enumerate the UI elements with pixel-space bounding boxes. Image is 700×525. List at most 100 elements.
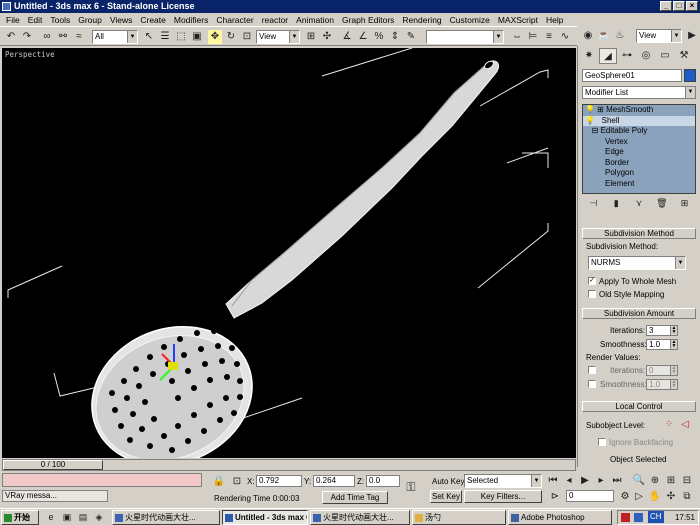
render-iterations-spinner[interactable]: 0 ▲ ▼: [646, 365, 678, 376]
key-set-dropdown[interactable]: Selected ▼: [464, 474, 542, 488]
subdivision-amount-rollout[interactable]: Subdivision Amount: [582, 308, 696, 319]
menu-modifiers[interactable]: Modifiers: [170, 15, 212, 25]
folder-icon[interactable]: ▤: [76, 510, 90, 524]
z-coordinate-field[interactable]: 0.0: [366, 475, 400, 487]
menu-views[interactable]: Views: [106, 15, 137, 25]
subdivision-method-dropdown[interactable]: NURMS ▼: [588, 256, 686, 270]
zoom-all-icon[interactable]: ⊕: [648, 474, 662, 488]
task-folder[interactable]: 汤勺: [412, 510, 506, 525]
link-icon[interactable]: ∞: [40, 30, 54, 44]
subdivision-method-rollout[interactable]: Subdivision Method: [582, 228, 696, 239]
create-tab-icon[interactable]: ✷: [580, 48, 598, 64]
pivot-icon[interactable]: ⊞: [304, 30, 318, 44]
zoom-icon[interactable]: 🔍: [632, 474, 646, 488]
task-browser-2[interactable]: 火星时代动画大壮...: [310, 510, 410, 525]
region-select-icon[interactable]: ⬚: [174, 30, 188, 44]
named-selection-icon[interactable]: ✎: [404, 30, 418, 44]
pin-stack-icon[interactable]: ⊣: [585, 196, 601, 210]
current-frame-field[interactable]: 0: [566, 490, 614, 502]
menu-file[interactable]: File: [2, 15, 24, 25]
vertex-level-icon[interactable]: ⁘: [662, 418, 676, 432]
smoothness-spinner[interactable]: 1.0 ▲ ▼: [646, 339, 678, 350]
pan-icon[interactable]: ✋: [648, 490, 662, 504]
maxscript-listener[interactable]: [2, 473, 202, 487]
stack-item-edge[interactable]: Edge: [583, 147, 695, 158]
next-frame-icon[interactable]: ▸: [594, 474, 608, 488]
media-icon[interactable]: ◈: [92, 510, 106, 524]
render-scene-icon[interactable]: ☕: [597, 29, 611, 43]
mirror-icon[interactable]: ⇔: [510, 30, 524, 44]
perspective-viewport[interactable]: Perspective: [2, 48, 576, 458]
reference-coordinate-dropdown[interactable]: View ▼: [256, 30, 300, 44]
object-name-field[interactable]: GeoSphere01: [582, 69, 682, 82]
key-mode-icon[interactable]: ⊳: [548, 490, 562, 504]
field-of-view-icon[interactable]: ▷: [632, 490, 646, 504]
x-coordinate-field[interactable]: 0.792: [256, 475, 302, 487]
ignore-backfacing-checkbox[interactable]: [598, 438, 606, 446]
render-iterations-checkbox[interactable]: [588, 366, 596, 374]
menu-help[interactable]: Help: [542, 15, 567, 25]
maximize-viewport-icon[interactable]: ⧉: [680, 490, 694, 504]
scale-icon[interactable]: ⊡: [240, 30, 254, 44]
spinner-snap-icon[interactable]: ⇕: [388, 30, 402, 44]
show-end-result-icon[interactable]: ▮: [608, 196, 624, 210]
undo-icon[interactable]: ↶: [4, 30, 18, 44]
lock-selection-icon[interactable]: 🔒: [212, 475, 226, 489]
stack-item-border[interactable]: Border: [583, 158, 695, 169]
configure-sets-icon[interactable]: ⊞: [677, 196, 693, 210]
go-to-end-icon[interactable]: ⏭: [610, 474, 624, 488]
menu-rendering[interactable]: Rendering: [398, 15, 445, 25]
snap-icon[interactable]: ∡: [340, 30, 354, 44]
time-slider[interactable]: 0 / 100: [2, 459, 576, 471]
redo-icon[interactable]: ↷: [20, 30, 34, 44]
render-smoothness-checkbox[interactable]: [588, 380, 596, 388]
zoom-extents-icon[interactable]: ⊞: [664, 474, 678, 488]
unlink-icon[interactable]: ⚯: [56, 30, 70, 44]
absolute-mode-icon[interactable]: ⊡: [230, 475, 244, 489]
time-slider-thumb[interactable]: 0 / 100: [3, 460, 103, 470]
menu-character[interactable]: Character: [212, 15, 257, 25]
named-selection-dropdown[interactable]: ▼: [426, 30, 504, 44]
modifier-list-dropdown[interactable]: Modifier List ▼: [582, 86, 696, 99]
select-by-name-icon[interactable]: ☰: [158, 30, 172, 44]
spinner-arrows-icon[interactable]: ▲ ▼: [670, 326, 677, 335]
display-tab-icon[interactable]: ▭: [656, 48, 674, 64]
set-key-button[interactable]: Set Key: [430, 490, 462, 503]
menu-graph-editors[interactable]: Graph Editors: [338, 15, 398, 25]
old-style-mapping-checkbox[interactable]: [588, 290, 596, 298]
auto-key-label[interactable]: Auto Key: [432, 477, 464, 486]
remove-modifier-icon[interactable]: 🗑: [654, 196, 670, 210]
hierarchy-tab-icon[interactable]: ⊶: [618, 48, 636, 64]
manipulate-icon[interactable]: ✣: [320, 30, 334, 44]
menu-reactor[interactable]: reactor: [258, 15, 292, 25]
render-last-icon[interactable]: ▶: [685, 29, 699, 43]
play-icon[interactable]: ▶: [578, 474, 592, 488]
motion-tab-icon[interactable]: ◎: [637, 48, 655, 64]
edge-level-icon[interactable]: ◁: [678, 418, 692, 432]
menu-group[interactable]: Group: [74, 15, 106, 25]
stack-item-meshsmooth[interactable]: 💡 ⊞ MeshSmooth: [583, 105, 695, 116]
selection-filter-dropdown[interactable]: All ▼: [92, 30, 138, 44]
stack-item-polygon[interactable]: Polygon: [583, 168, 695, 179]
stack-item-vertex[interactable]: Vertex: [583, 137, 695, 148]
bind-spacewarp-icon[interactable]: ≈: [72, 30, 86, 44]
tray-network-icon[interactable]: [634, 513, 643, 522]
rotate-icon[interactable]: ↻: [224, 30, 238, 44]
desktop-icon[interactable]: ▣: [60, 510, 74, 524]
task-3dsmax[interactable]: Untitled - 3ds max 6 - ...: [222, 510, 308, 525]
utilities-tab-icon[interactable]: ⚒: [675, 48, 693, 64]
apply-whole-mesh-checkbox[interactable]: ✓: [588, 277, 596, 285]
minimize-button[interactable]: _: [660, 1, 672, 11]
key-filters-button[interactable]: Key Filters...: [464, 490, 542, 503]
render-smoothness-spinner[interactable]: 1.0 ▲ ▼: [646, 379, 678, 390]
stack-item-editable-poly[interactable]: ⊟ Editable Poly: [583, 126, 695, 137]
menu-create[interactable]: Create: [136, 15, 170, 25]
select-object-icon[interactable]: ↖: [142, 30, 156, 44]
tray-app-icon[interactable]: [621, 513, 630, 522]
menu-animation[interactable]: Animation: [292, 15, 338, 25]
time-config-icon[interactable]: ⚙: [618, 490, 632, 504]
window-crossing-icon[interactable]: ▣: [190, 30, 204, 44]
curve-editor-icon[interactable]: ∿: [558, 30, 572, 44]
menu-tools[interactable]: Tools: [46, 15, 74, 25]
material-editor-icon[interactable]: ◉: [581, 29, 595, 43]
